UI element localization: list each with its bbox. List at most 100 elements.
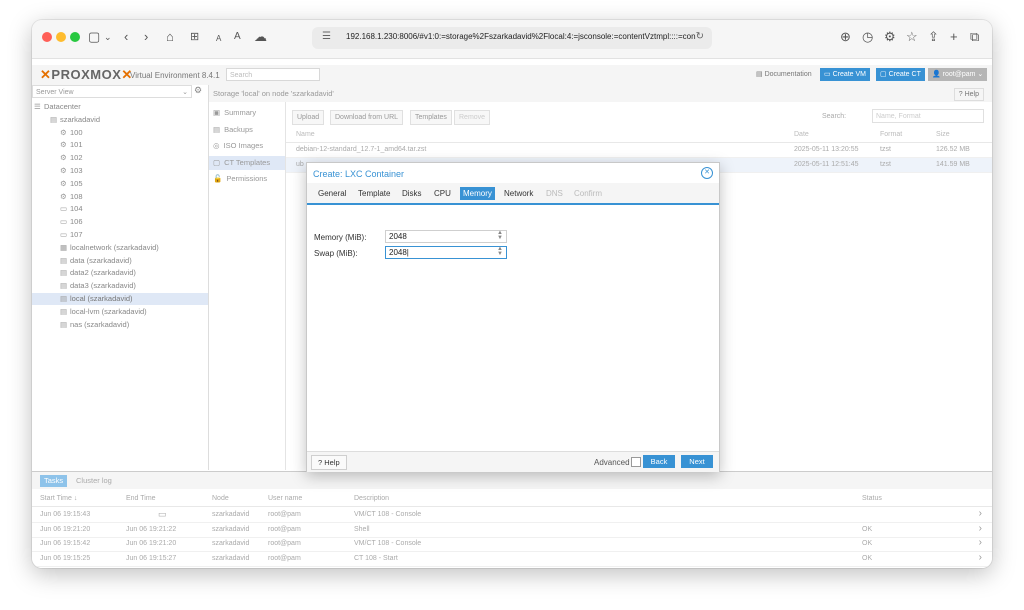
tab-general[interactable]: General <box>315 187 349 200</box>
gear-icon[interactable]: ⚙ <box>194 85 202 96</box>
templates-button[interactable]: Templates <box>410 110 452 125</box>
create-vm-button[interactable]: ▭ Create VM <box>820 68 871 81</box>
tree-item[interactable]: ▤ local (szarkadavid) <box>32 293 208 305</box>
history-icon[interactable]: ◷ <box>862 29 873 45</box>
tree-item-label: 101 <box>70 140 83 150</box>
help-button[interactable]: ? Help <box>953 88 984 101</box>
chevron-right-icon[interactable]: › <box>979 537 982 548</box>
next-button[interactable]: Next <box>681 455 713 468</box>
column-date[interactable]: Date <box>794 131 809 138</box>
column-description[interactable]: Description <box>354 495 389 502</box>
zoom-window-button[interactable] <box>70 32 80 42</box>
spinner-icon[interactable]: ▲ ▼ <box>497 230 503 241</box>
tab-memory[interactable]: Memory <box>460 187 495 200</box>
task-row[interactable]: Jun 06 19:15:43 szarkadavid root@pam VM/CT … <box>32 508 992 523</box>
tree-item[interactable]: ▭ 107 <box>60 229 83 241</box>
new-tab-icon[interactable]: + <box>950 29 958 45</box>
spinner-icon[interactable]: ▲ ▼ <box>497 246 503 257</box>
tree-item[interactable]: ▦ localnetwork (szarkadavid) <box>60 242 159 254</box>
tree-item[interactable]: ⚙ 101 <box>60 139 83 151</box>
page-settings-icon[interactable]: ☰ <box>322 31 331 42</box>
nav-item[interactable]: ▤ Backups <box>213 123 253 137</box>
tree-node-icon: ▤ <box>60 319 68 329</box>
bookmark-star-icon[interactable]: ☆ <box>906 29 918 45</box>
column-end-time[interactable]: End Time <box>126 495 156 502</box>
tree-item[interactable]: ⚙ 108 <box>60 191 83 203</box>
chevron-right-icon[interactable]: › <box>979 523 982 534</box>
back-icon[interactable]: ‹ <box>124 29 128 45</box>
download-icon[interactable]: ⊕ <box>840 29 851 45</box>
cloud-icon[interactable]: ☁ <box>254 29 267 45</box>
address-bar[interactable]: ☰ 192.168.1.230:8006/#v1:0:=storage%2Fsz… <box>312 27 712 49</box>
tab-overview-icon[interactable]: ⧉ <box>970 29 979 45</box>
column-format[interactable]: Format <box>880 131 902 138</box>
swap-input[interactable]: 2048| ▲ ▼ <box>385 246 507 259</box>
reader-large-text[interactable]: A <box>234 29 241 45</box>
create-ct-button[interactable]: ▢ Create CT <box>876 68 925 81</box>
upload-button[interactable]: Upload <box>292 110 325 125</box>
tree-item[interactable]: ▤ data3 (szarkadavid) <box>60 280 136 292</box>
tree-item[interactable]: ▤ local-lvm (szarkadavid) <box>60 306 147 318</box>
chevron-right-icon[interactable]: › <box>979 566 982 568</box>
tab-tasks[interactable]: Tasks <box>40 475 68 487</box>
nav-item[interactable]: ◎ ISO Images <box>213 139 263 153</box>
download-from-url-button[interactable]: Download from URL <box>330 110 404 125</box>
column-node[interactable]: Node <box>212 495 229 502</box>
tree-item[interactable]: ▤ nas (szarkadavid) <box>60 319 129 331</box>
tree-item[interactable]: ▤ szarkadavid <box>50 114 100 126</box>
tree-item-label: local (szarkadavid) <box>70 294 133 303</box>
nav-item[interactable]: 🔓 Permissions <box>213 172 267 186</box>
column-start-time[interactable]: Start Time ↓ <box>40 495 77 502</box>
tree-item[interactable]: ⚙ 100 <box>60 127 83 139</box>
minimize-window-button[interactable] <box>56 32 66 42</box>
task-row[interactable]: Jun 06 19:15:42 Jun 06 19:21:20 szarkadavi… <box>32 537 992 553</box>
task-row[interactable]: Jun 06 19:13:14Jun 06 19:15:21szarkadavi… <box>32 566 992 568</box>
task-row[interactable]: Jun 06 19:15:25 Jun 06 19:15:27 szarkadavi… <box>32 552 992 567</box>
column-status[interactable]: Status <box>862 495 882 502</box>
storage-search-input[interactable]: Name, Format <box>872 109 984 123</box>
chevron-right-icon[interactable]: › <box>979 508 982 519</box>
tab-network[interactable]: Network <box>501 187 536 200</box>
chevron-right-icon[interactable]: › <box>979 552 982 563</box>
documentation-button[interactable]: ▤ Documentation <box>752 68 816 81</box>
forward-icon[interactable]: › <box>144 29 148 45</box>
table-row[interactable]: debian-12-standard_12.7-1_amd64.tar.zst … <box>286 143 992 158</box>
global-search-input[interactable]: Search <box>226 68 320 81</box>
tree-item[interactable]: ⚙ 103 <box>60 165 83 177</box>
task-row[interactable]: Jun 06 19:21:20 Jun 06 19:21:22 szarkadavi… <box>32 523 992 538</box>
sidebar-toggle-icon[interactable]: ▢ <box>88 29 100 45</box>
close-icon[interactable]: ✕ <box>701 167 713 179</box>
close-window-button[interactable] <box>42 32 52 42</box>
tree-item[interactable]: ▤ data (szarkadavid) <box>60 255 132 267</box>
user-menu-button[interactable]: 👤 root@pam ⌄ <box>928 68 988 81</box>
tab-cluster-log[interactable]: Cluster log <box>72 475 116 487</box>
tree-item[interactable]: ▭ 106 <box>60 216 83 228</box>
tab-cpu[interactable]: CPU <box>431 187 454 200</box>
tree-item[interactable]: ▤ data2 (szarkadavid) <box>60 267 136 279</box>
server-view-select[interactable]: Server View ⌄ <box>32 85 192 98</box>
memory-input[interactable]: 2048 ▲ ▼ <box>385 230 507 243</box>
grid-icon[interactable]: ⊞ <box>190 29 199 45</box>
nav-item[interactable]: ▣ Summary <box>213 106 256 120</box>
dialog-help-button[interactable]: ? Help <box>311 455 347 470</box>
column-name[interactable]: Name <box>296 131 315 138</box>
advanced-checkbox[interactable] <box>631 457 641 467</box>
nav-item[interactable]: ▢ CT Templates <box>209 155 285 170</box>
back-button[interactable]: Back <box>643 455 675 468</box>
tree-item[interactable]: ▭ 104 <box>60 203 83 215</box>
reader-small-text[interactable]: A <box>216 31 221 47</box>
tree-item[interactable]: ☰ Datacenter <box>34 101 81 113</box>
gear-icon[interactable]: ⚙ <box>884 29 896 45</box>
home-icon[interactable]: ⌂ <box>166 29 174 45</box>
task-cell-node: szarkadavid <box>212 554 250 562</box>
column-user-name[interactable]: User name <box>268 495 302 502</box>
column-size[interactable]: Size <box>936 131 950 138</box>
tree-item[interactable]: ⚙ 102 <box>60 152 83 164</box>
reload-icon[interactable]: ↻ <box>696 31 704 42</box>
tree-item[interactable]: ⚙ 105 <box>60 178 83 190</box>
remove-button[interactable]: Remove <box>454 110 491 125</box>
chevron-down-icon[interactable]: ⌄ <box>104 29 112 45</box>
share-icon[interactable]: ⇪ <box>928 29 939 45</box>
tab-template[interactable]: Template <box>355 187 393 200</box>
tab-disks[interactable]: Disks <box>399 187 425 200</box>
